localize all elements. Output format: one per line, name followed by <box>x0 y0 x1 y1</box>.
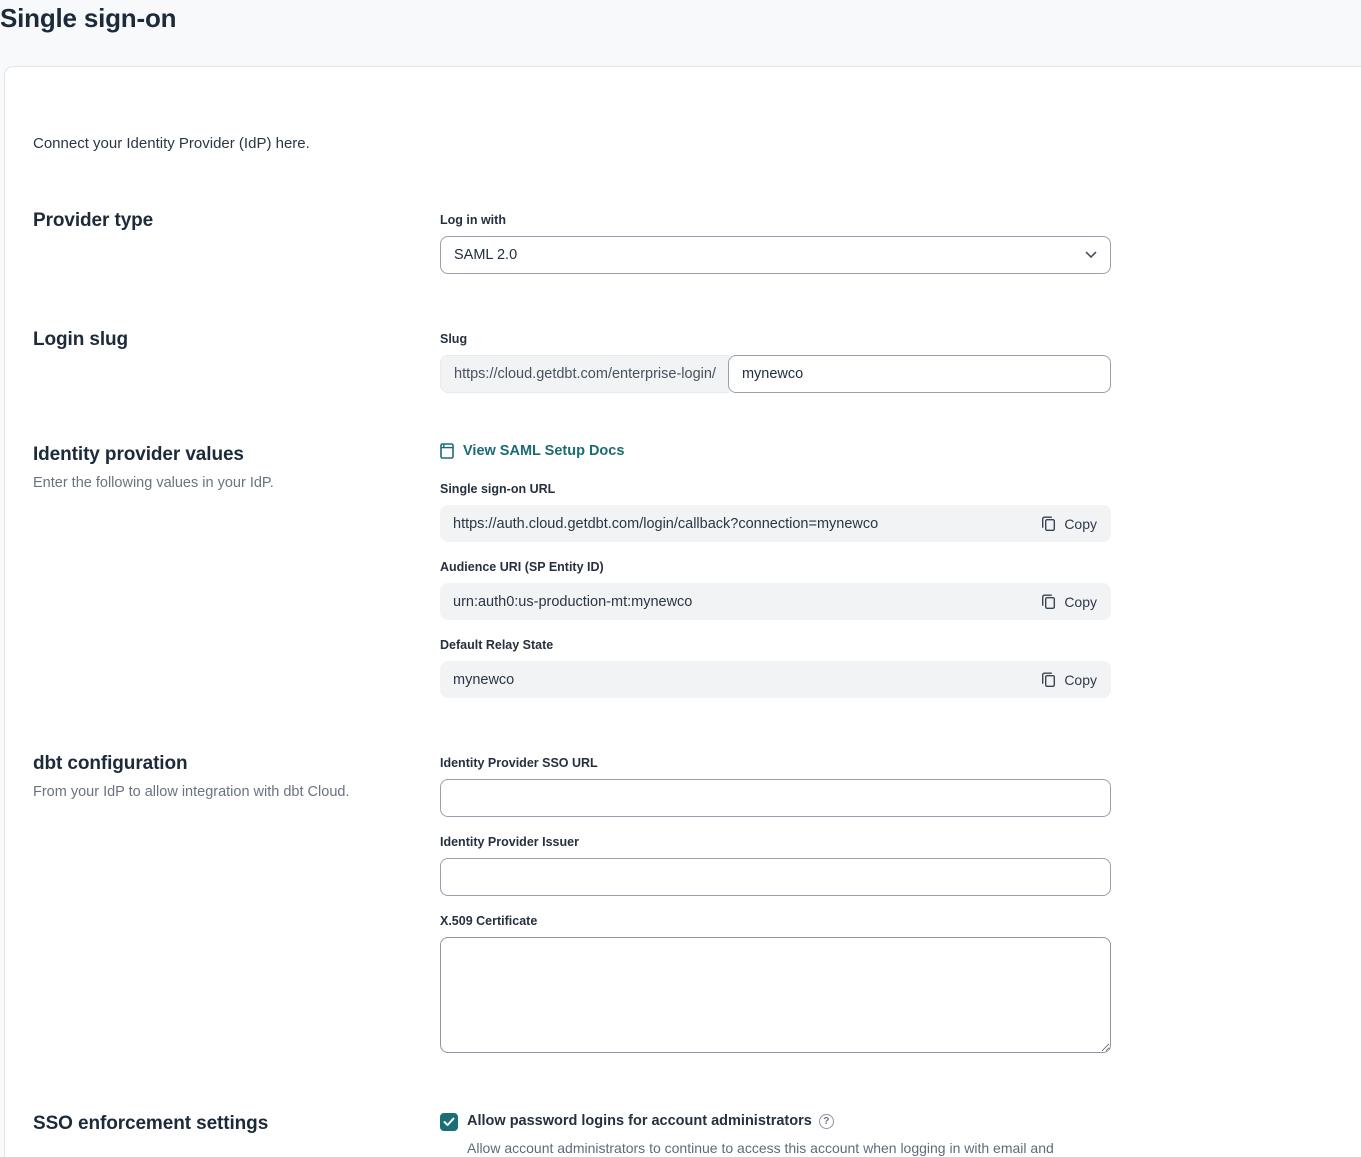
copy-icon <box>1041 515 1056 532</box>
check-icon <box>443 1117 455 1127</box>
sso-enforcement-section: SSO enforcement settings Allow password … <box>33 1112 1361 1157</box>
provider-type-select[interactable]: SAML 2.0 <box>440 236 1111 274</box>
docs-link-label: View SAML Setup Docs <box>463 443 624 459</box>
provider-type-section: Provider type Log in with SAML 2.0 <box>33 209 1361 274</box>
copy-icon <box>1041 593 1056 610</box>
single-sign-on-url-field: https://auth.cloud.getdbt.com/login/call… <box>440 505 1111 542</box>
docs-icon <box>440 443 454 459</box>
audience-uri-label: Audience URI (SP Entity ID) <box>440 560 1111 575</box>
help-icon[interactable]: ? <box>819 1114 834 1129</box>
allow-password-label: Allow password logins for account admini… <box>467 1112 812 1131</box>
page-header: Single sign-on <box>0 0 1361 66</box>
idp-values-heading: Identity provider values <box>33 443 440 467</box>
provider-type-selected-value: SAML 2.0 <box>454 247 517 263</box>
default-relay-state-label: Default Relay State <box>440 638 1111 653</box>
allow-password-description: Allow account administrators to continue… <box>467 1138 1111 1157</box>
default-relay-state-field: mynewco Copy <box>440 661 1111 698</box>
allow-password-checkbox[interactable] <box>440 1113 458 1131</box>
copy-button-label: Copy <box>1064 516 1097 532</box>
slug-input[interactable] <box>728 355 1111 393</box>
audience-uri-field: urn:auth0:us-production-mt:mynewco Copy <box>440 583 1111 620</box>
copy-relay-state-button[interactable]: Copy <box>1039 667 1099 692</box>
provider-type-heading: Provider type <box>33 209 440 233</box>
copy-icon <box>1041 671 1056 688</box>
view-saml-setup-docs-link[interactable]: View SAML Setup Docs <box>440 443 624 459</box>
dbt-configuration-heading: dbt configuration <box>33 752 440 776</box>
x509-certificate-textarea[interactable] <box>440 937 1111 1053</box>
idp-values-subheading: Enter the following values in your IdP. <box>33 474 440 493</box>
idp-issuer-input[interactable] <box>440 858 1111 896</box>
default-relay-state-value: mynewco <box>453 672 1039 688</box>
page-title: Single sign-on <box>0 3 1361 34</box>
identity-provider-values-section: Identity provider values Enter the follo… <box>33 443 1361 698</box>
login-slug-section: Login slug Slug https://cloud.getdbt.com… <box>33 328 1361 393</box>
sso-enforcement-heading: SSO enforcement settings <box>33 1112 440 1136</box>
audience-uri-value: urn:auth0:us-production-mt:mynewco <box>453 594 1039 610</box>
settings-card: Connect your Identity Provider (IdP) her… <box>4 66 1361 1157</box>
login-slug-heading: Login slug <box>33 328 440 352</box>
idp-issuer-label: Identity Provider Issuer <box>440 835 1111 850</box>
chevron-down-icon <box>1085 251 1097 259</box>
log-in-with-label: Log in with <box>440 213 1111 228</box>
idp-sso-url-input[interactable] <box>440 779 1111 817</box>
single-sign-on-url-label: Single sign-on URL <box>440 482 1111 497</box>
slug-url-prefix: https://cloud.getdbt.com/enterprise-logi… <box>440 355 729 393</box>
dbt-configuration-section: dbt configuration From your IdP to allow… <box>33 752 1361 1058</box>
copy-sso-url-button[interactable]: Copy <box>1039 511 1099 536</box>
copy-audience-uri-button[interactable]: Copy <box>1039 589 1099 614</box>
slug-input-group: https://cloud.getdbt.com/enterprise-logi… <box>440 355 1111 393</box>
copy-button-label: Copy <box>1064 672 1097 688</box>
single-sign-on-url-value: https://auth.cloud.getdbt.com/login/call… <box>453 516 1039 532</box>
dbt-configuration-subheading: From your IdP to allow integration with … <box>33 783 440 802</box>
slug-label: Slug <box>440 332 1111 347</box>
idp-sso-url-label: Identity Provider SSO URL <box>440 756 1111 771</box>
intro-text: Connect your Identity Provider (IdP) her… <box>33 67 1361 152</box>
copy-button-label: Copy <box>1064 594 1097 610</box>
x509-certificate-label: X.509 Certificate <box>440 914 1111 929</box>
